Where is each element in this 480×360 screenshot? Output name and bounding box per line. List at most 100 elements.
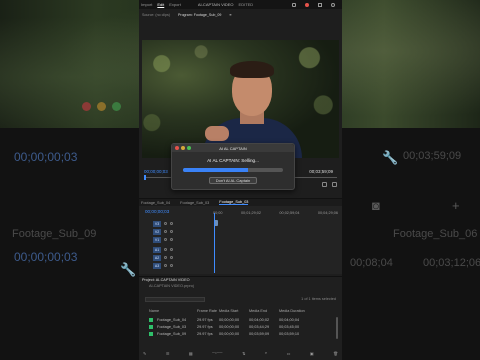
monitor-tabs: Source: (no clips) Program: Footage_Sub_…: [139, 9, 342, 21]
menu-edit[interactable]: Edit: [157, 2, 164, 7]
clip-end: 00;03;59;09: [249, 332, 270, 336]
track-v3[interactable]: V3: [145, 220, 195, 227]
menu-import[interactable]: Import: [141, 2, 152, 7]
mute-icon[interactable]: [164, 256, 167, 259]
backdrop-green-dot: [112, 102, 121, 111]
progress-fill: [183, 168, 248, 172]
lock-icon[interactable]: [170, 238, 173, 241]
label-color-swatch: [149, 325, 153, 329]
solo-icon[interactable]: [170, 264, 173, 267]
column-header[interactable]: Media Duration: [279, 309, 319, 313]
track-a3[interactable]: A3: [145, 262, 195, 269]
timeline-tab-2[interactable]: Footage_Sub_03: [180, 201, 209, 205]
backdrop-plus-icon: +: [452, 198, 460, 213]
timeline-tab-3[interactable]: Footage_Sub_03: [219, 200, 249, 205]
track-a2[interactable]: A2: [145, 254, 195, 261]
clip-end: 00;03;44;29: [249, 325, 270, 329]
clip-start: 00;00;00;00: [219, 332, 240, 336]
project-scrollbar[interactable]: [336, 317, 338, 339]
new-item-icon[interactable]: ▣: [310, 351, 314, 356]
track-label: V3: [153, 220, 161, 227]
workspace-icon[interactable]: [292, 2, 296, 7]
icon-view-icon[interactable]: ▦: [189, 351, 193, 356]
project-title: AI-CAPTAIN VIDEO: [197, 2, 234, 7]
backdrop-timecode-right: 00;03;59;09: [403, 150, 462, 162]
table-row[interactable]: Footage_Sub_09 29.97 fps 00;00;00;00 00;…: [149, 331, 339, 337]
project-search-input[interactable]: [145, 297, 205, 302]
eye-icon[interactable]: [164, 238, 167, 241]
add-button-icon[interactable]: [332, 182, 337, 187]
column-header[interactable]: Frame Rate: [197, 309, 219, 313]
monitor-playhead[interactable]: [144, 175, 146, 180]
project-panel-title[interactable]: Project: AI-CAPTAIN VIDEO: [139, 277, 342, 284]
clip-name: Footage_Sub_09: [157, 332, 187, 336]
column-header[interactable]: Media Start: [219, 309, 249, 313]
lock-icon[interactable]: [170, 230, 173, 233]
backdrop-timeline-timecode: 00;00;00;03: [14, 250, 78, 264]
dialog-title: AI AL CAPTAIN: [219, 145, 247, 151]
backdrop-traffic-lights: [82, 98, 127, 116]
clip-start: 00;00;00;00: [219, 325, 240, 329]
list-view-icon[interactable]: ☰: [166, 351, 169, 356]
timeline-timecode[interactable]: 00;00;00;03: [145, 209, 169, 214]
track-label: A2: [153, 254, 161, 261]
clip-fps: 29.97 fps: [197, 318, 213, 322]
timeline-playhead[interactable]: [214, 213, 215, 273]
mute-icon[interactable]: [164, 264, 167, 267]
dialog-message: AI AL CAPTAIN: Selling...: [207, 158, 259, 163]
clip-duration: 00;03;45;00: [279, 325, 300, 329]
track-a1[interactable]: A1: [145, 246, 195, 253]
program-menu-icon[interactable]: ≡: [229, 13, 231, 17]
track-v2[interactable]: V2: [145, 228, 195, 235]
dialog-action-button[interactable]: Don't AI AL Captain: [209, 177, 257, 184]
clip-fps: 29.97 fps: [197, 332, 213, 336]
mute-icon[interactable]: [164, 248, 167, 251]
solo-icon[interactable]: [170, 248, 173, 251]
column-header[interactable]: Name: [149, 309, 197, 313]
alert-icon[interactable]: [305, 2, 309, 7]
lock-icon[interactable]: [170, 222, 173, 225]
clip-start: 00;00;00;00: [219, 318, 240, 322]
eye-icon[interactable]: [164, 230, 167, 233]
track-label: A1: [153, 246, 161, 253]
new-bin-icon[interactable]: ▭: [287, 351, 291, 356]
share-icon[interactable]: [318, 2, 322, 7]
monitor-timecode-current[interactable]: 00;00;00;03: [144, 169, 168, 174]
tab-program[interactable]: Program: Footage_Sub_09: [178, 13, 221, 17]
export-frame-icon[interactable]: [322, 182, 327, 187]
close-dot-icon[interactable]: [175, 146, 179, 150]
ruler-label: 00;02;59;04: [279, 211, 300, 215]
zoom-dot-icon[interactable]: [187, 146, 191, 150]
sort-icon[interactable]: ⇅: [242, 351, 245, 356]
solo-icon[interactable]: [170, 256, 173, 259]
menu-export[interactable]: Export: [169, 2, 181, 7]
track-label: V1: [153, 236, 161, 243]
tab-source[interactable]: Source: (no clips): [142, 13, 170, 17]
trash-icon[interactable]: 🗑: [333, 351, 338, 356]
backdrop-timecode-left: 00;00;00;03: [14, 150, 78, 164]
person-hair: [230, 61, 274, 78]
editor-window: Import Edit Export AI-CAPTAIN VIDEO EDIT…: [139, 0, 342, 360]
clip-duration: 00;03;59;10: [279, 332, 300, 336]
table-row[interactable]: Footage_Sub_04 29.97 fps 00;00;00;00 00;…: [149, 317, 339, 323]
ruler-label: 00;01;29;02: [240, 211, 261, 215]
zoom-slider[interactable]: ─○──: [212, 351, 222, 355]
eye-icon[interactable]: [164, 222, 167, 225]
backdrop-ruler-right: 00;03;12;06: [423, 257, 480, 269]
search-icon[interactable]: ⌕: [265, 351, 267, 355]
program-monitor-video[interactable]: [142, 40, 339, 158]
timeline-ruler[interactable]: 00;00 00;01;29;02 00;02;59;04 00;04;29;0…: [209, 211, 342, 217]
project-item-count: 1 of 1 items selected: [301, 297, 336, 301]
backdrop-camera-icon: ◙: [372, 198, 380, 213]
dialog-titlebar: AI AL CAPTAIN: [172, 144, 294, 152]
label-color-swatch: [149, 332, 153, 336]
minimize-dot-icon[interactable]: [181, 146, 185, 150]
timeline-tab-1[interactable]: Footage_Sub_04: [141, 201, 170, 205]
help-icon[interactable]: [331, 2, 335, 7]
track-label: A3: [153, 262, 161, 269]
track-v1[interactable]: V1: [145, 236, 195, 243]
pencil-icon[interactable]: ✎: [143, 351, 146, 356]
backdrop-wrench-icon-right: 🔧: [382, 150, 399, 165]
table-row[interactable]: Footage_Sub_03 29.97 fps 00;00;00;00 00;…: [149, 324, 339, 330]
column-header[interactable]: Media End: [249, 309, 279, 313]
